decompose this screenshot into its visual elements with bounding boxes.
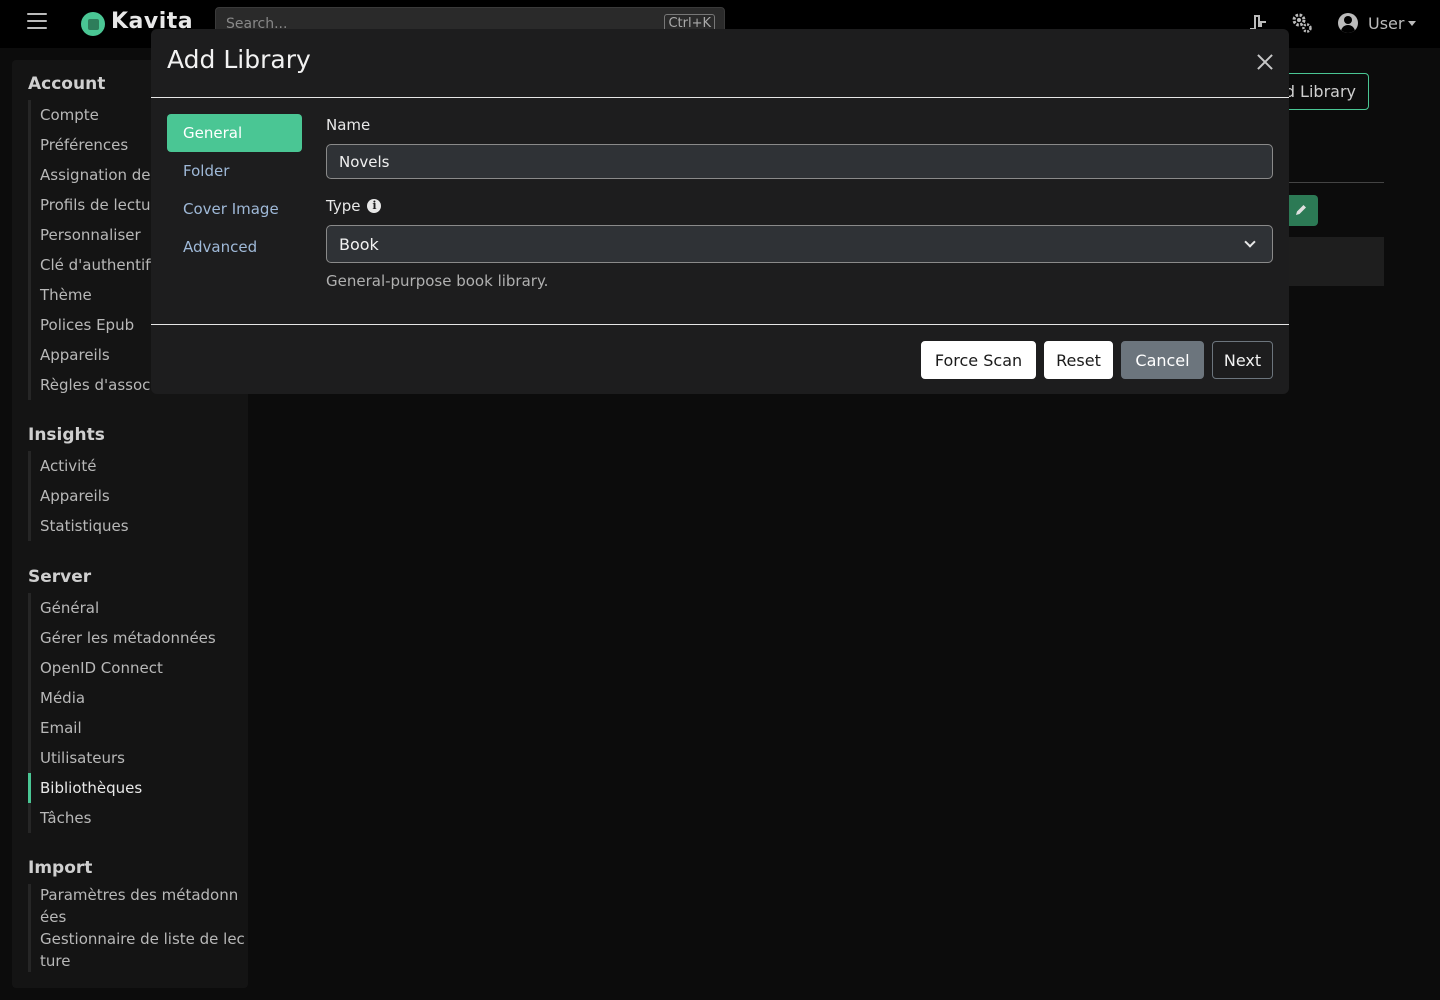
sidebar-section-import: Import Paramètres des métadonnées Gestio… [28, 858, 246, 972]
sidebar-item-openid-connect[interactable]: OpenID Connect [31, 653, 216, 683]
sidebar-item-profils-lecture[interactable]: Profils de lecture [31, 190, 166, 220]
info-icon[interactable]: i [367, 199, 382, 213]
sidebar-heading: Server [28, 567, 92, 587]
sidebar-item-regles-association[interactable]: Règles d'associ [31, 370, 166, 400]
sidebar-section-insights: Insights Activité Appareils Statistiques [28, 425, 129, 541]
sidebar-item-cle-authentification[interactable]: Clé d'authentifi [31, 250, 166, 280]
sidebar-item-appareils[interactable]: Appareils [31, 340, 166, 370]
caret-down-icon [1408, 20, 1417, 26]
modal-header: Add Library [151, 29, 1289, 98]
sidebar-item-general[interactable]: Général [31, 593, 216, 623]
sidebar-item-taches[interactable]: Tâches [31, 803, 216, 833]
force-scan-button[interactable]: Force Scan [921, 341, 1036, 379]
sidebar-item-media[interactable]: Média [31, 683, 216, 713]
pencil-icon [1296, 205, 1306, 215]
sidebar-item-email[interactable]: Email [31, 713, 216, 743]
chevron-down-icon [1244, 236, 1256, 248]
edit-library-button[interactable] [1284, 195, 1318, 226]
close-icon[interactable] [1256, 53, 1274, 71]
hamburger-icon[interactable] [27, 13, 47, 33]
modal-title: Add Library [167, 45, 311, 74]
sidebar-list: Paramètres des métadonnées Gestionnaire … [28, 884, 246, 972]
sidebar-item-activite[interactable]: Activité [31, 451, 129, 481]
name-label: Name [326, 116, 371, 134]
sidebar-section-server: Server Général Gérer les métadonnées Ope… [28, 567, 216, 833]
sidebar-heading: Insights [28, 425, 105, 445]
user-name: User [1368, 13, 1405, 33]
tab-cover-image[interactable]: Cover Image [167, 190, 302, 228]
modal-tabs: General Folder Cover Image Advanced [167, 114, 302, 266]
sidebar-section-account: Account Compte Préférences Assignation d… [28, 74, 166, 400]
sidebar-list: Activité Appareils Statistiques [28, 451, 129, 541]
sidebar-item-assignation[interactable]: Assignation des [31, 160, 166, 190]
user-circle-icon [1338, 13, 1358, 33]
sidebar-heading: Import [28, 858, 93, 878]
library-type-select[interactable]: Book [326, 225, 1273, 263]
sidebar-heading: Account [28, 74, 106, 94]
type-help-text: General-purpose book library. [326, 272, 549, 290]
type-label: Type [326, 197, 361, 215]
modal-footer: Force Scan Reset Cancel Next [151, 324, 1289, 394]
user-menu[interactable]: User [1338, 11, 1417, 35]
sidebar-item-polices-epub[interactable]: Polices Epub [31, 310, 166, 340]
sidebar-item-gestionnaire-liste-lecture[interactable]: Gestionnaire de liste de lecture [31, 928, 246, 972]
library-type-value: Book [339, 234, 379, 254]
sidebar-item-preferences[interactable]: Préférences [31, 130, 166, 160]
library-name-input[interactable] [326, 144, 1273, 179]
sidebar-item-gerer-metadonnees[interactable]: Gérer les métadonnées [31, 623, 216, 653]
sidebar-item-appareils-insights[interactable]: Appareils [31, 481, 129, 511]
sidebar-item-utilisateurs[interactable]: Utilisateurs [31, 743, 216, 773]
sidebar-item-theme[interactable]: Thème [31, 280, 166, 310]
sidebar-list: Compte Préférences Assignation des Profi… [28, 100, 166, 400]
sidebar-item-parametres-metadonnees[interactable]: Paramètres des métadonnées [31, 884, 246, 928]
settings-gears-icon[interactable] [1291, 12, 1313, 34]
sidebar-item-compte[interactable]: Compte [31, 100, 166, 130]
tab-folder[interactable]: Folder [167, 152, 302, 190]
next-button[interactable]: Next [1212, 341, 1273, 379]
tab-advanced[interactable]: Advanced [167, 228, 302, 266]
sidebar-item-personnaliser[interactable]: Personnaliser [31, 220, 166, 250]
add-library-modal: Add Library General Folder Cover Image A… [151, 29, 1289, 394]
add-library-label: d Library [1284, 82, 1356, 101]
sidebar-list: Général Gérer les métadonnées OpenID Con… [28, 593, 216, 833]
kavita-logo-icon[interactable] [81, 12, 105, 36]
sidebar-item-statistiques[interactable]: Statistiques [31, 511, 129, 541]
reset-button[interactable]: Reset [1044, 341, 1113, 379]
cancel-button[interactable]: Cancel [1121, 341, 1204, 379]
sidebar-item-bibliotheques[interactable]: Bibliothèques [28, 773, 216, 803]
type-label-row: Type i [326, 197, 382, 215]
tab-general[interactable]: General [167, 114, 302, 152]
